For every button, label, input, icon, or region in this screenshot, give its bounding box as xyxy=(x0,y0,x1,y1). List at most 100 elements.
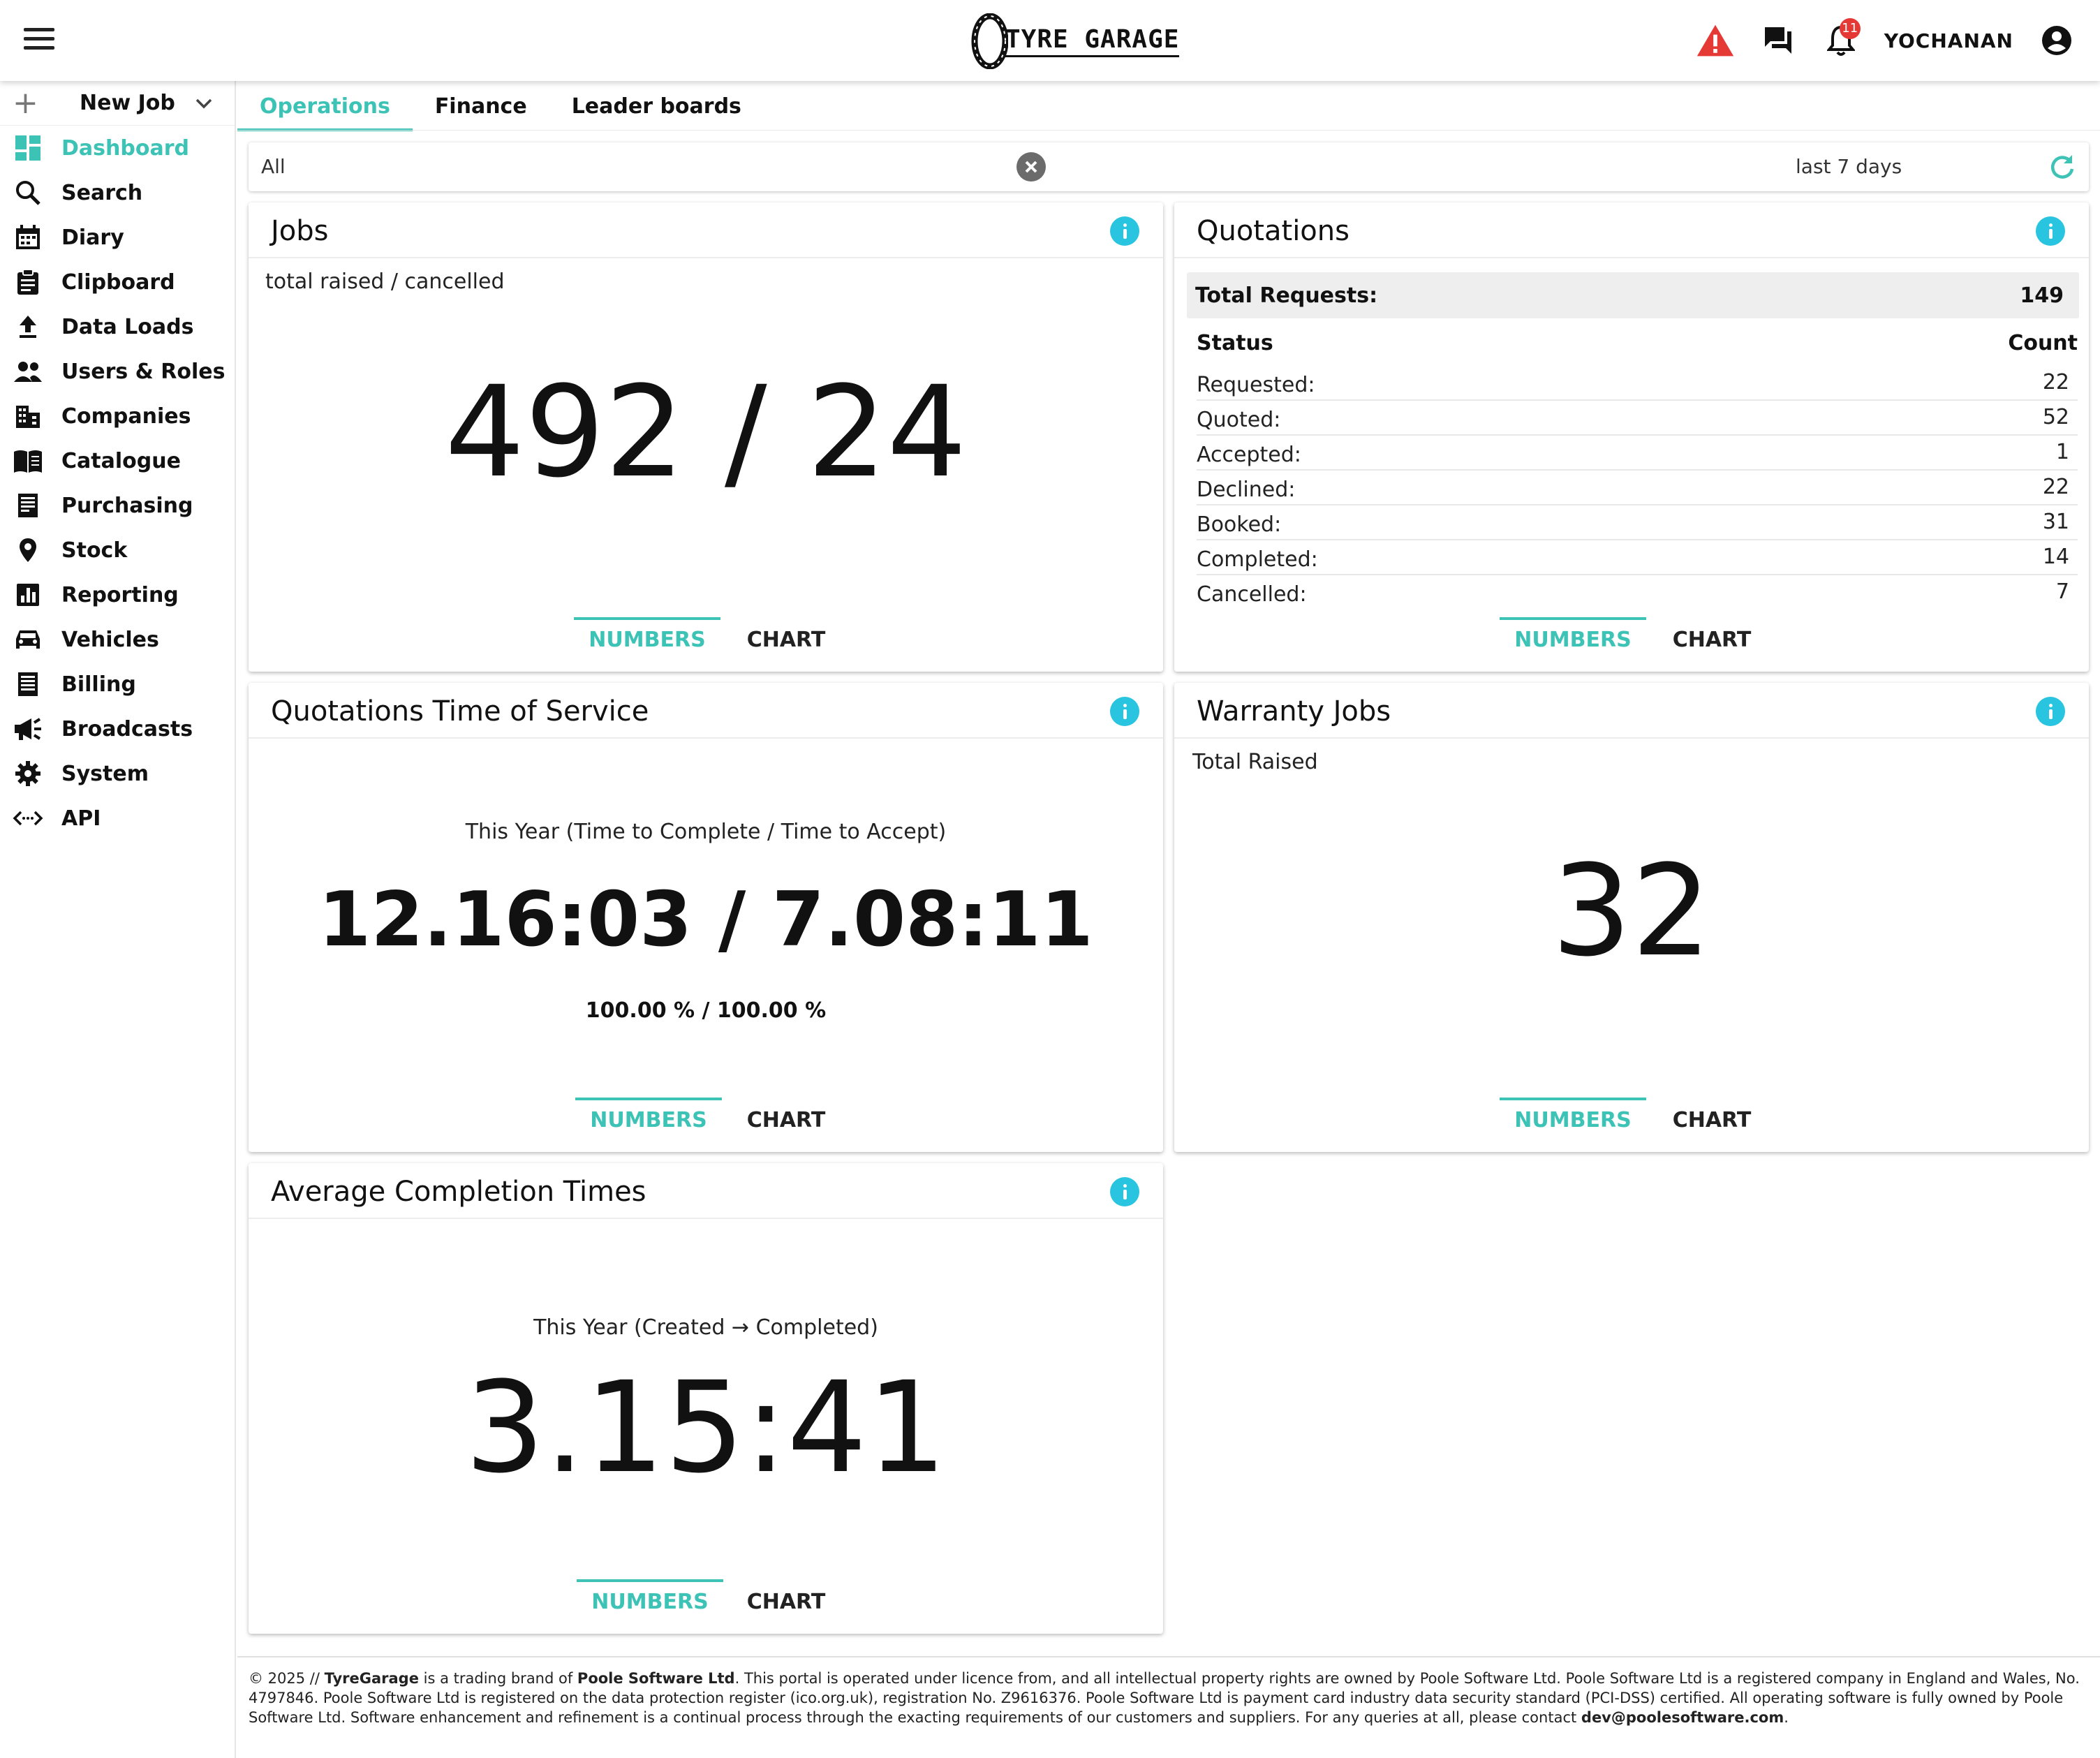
sidebar-item-label: Clipboard xyxy=(61,269,175,295)
info-icon[interactable] xyxy=(1110,697,1139,726)
tab-finance[interactable]: Finance xyxy=(413,81,549,131)
sidebar-item-label: Broadcasts xyxy=(61,716,193,741)
time-of-service-percent: 100.00 % / 100.00 % xyxy=(585,998,827,1023)
count-column-header: Count xyxy=(2008,331,2078,355)
status-label: Declined: xyxy=(1197,478,1296,502)
search-icon xyxy=(13,177,43,208)
sidebar-item-reporting[interactable]: Reporting xyxy=(0,573,235,617)
code-icon xyxy=(13,803,43,834)
period-select[interactable]: last 7 days xyxy=(1796,155,1902,178)
total-requests-value: 149 xyxy=(2020,283,2064,308)
sidebar-item-diary[interactable]: Diary xyxy=(0,215,235,260)
info-icon[interactable] xyxy=(2036,697,2065,726)
status-label: Completed: xyxy=(1197,547,1318,572)
footer-contact-email[interactable]: dev@poolesoftware.com xyxy=(1581,1709,1784,1726)
chart-toggle-button[interactable]: CHART xyxy=(730,619,842,662)
invoice-icon xyxy=(13,669,43,700)
numbers-toggle-button[interactable]: NUMBERS xyxy=(574,617,720,662)
chevron-down-icon[interactable] xyxy=(191,91,216,116)
sidebar-item-vehicles[interactable]: Vehicles xyxy=(0,617,235,662)
sidebar-item-label: System xyxy=(61,761,149,786)
table-header: Status Count xyxy=(1197,331,2078,362)
numbers-toggle-button[interactable]: NUMBERS xyxy=(1500,1098,1646,1142)
view-toggle: NUMBERS CHART xyxy=(249,1098,1163,1142)
menu-icon[interactable] xyxy=(24,28,54,53)
info-icon[interactable] xyxy=(1110,216,1139,246)
sidebar-item-billing[interactable]: Billing xyxy=(0,662,235,707)
sidebar-item-label: Catalogue xyxy=(61,448,181,473)
sidebar-item-users-roles[interactable]: Users & Roles xyxy=(0,349,235,394)
card-subtitle: This Year (Time to Complete / Time to Ac… xyxy=(465,820,947,844)
jobs-card: Jobs total raised / cancelled 492 / 24 N… xyxy=(249,202,1163,672)
chart-toggle-button[interactable]: CHART xyxy=(1656,1099,1768,1142)
table-row: Declined: 22 xyxy=(1197,471,2078,505)
chart-toggle-button[interactable]: CHART xyxy=(1656,619,1768,662)
view-toggle: NUMBERS CHART xyxy=(1174,617,2089,662)
sidebar-item-companies[interactable]: Companies xyxy=(0,394,235,438)
messages-icon[interactable] xyxy=(1759,21,1798,60)
sidebar-item-dashboard[interactable]: Dashboard xyxy=(0,126,235,170)
sidebar-item-label: Dashboard xyxy=(61,135,189,161)
chart-toggle-button[interactable]: CHART xyxy=(730,1099,842,1142)
footer-copyright: © 2025 // xyxy=(249,1670,325,1687)
dashboard-icon xyxy=(13,133,43,163)
table-row: Requested: 22 xyxy=(1197,366,2078,401)
sidebar-item-broadcasts[interactable]: Broadcasts xyxy=(0,707,235,751)
sidebar-item-catalogue[interactable]: Catalogue xyxy=(0,438,235,483)
average-completion-times-card: Average Completion Times This Year (Crea… xyxy=(249,1163,1163,1634)
sidebar-item-label: Purchasing xyxy=(61,493,193,518)
tyre-garage-logo[interactable]: TYRE GARAGE xyxy=(969,10,1180,73)
receipt-icon xyxy=(13,490,43,521)
info-icon[interactable] xyxy=(1110,1177,1139,1206)
view-toggle: NUMBERS CHART xyxy=(1174,1098,2089,1142)
account-circle-icon[interactable] xyxy=(2037,21,2076,60)
table-row: Completed: 14 xyxy=(1197,540,2078,575)
sidebar-item-data-loads[interactable]: Data Loads xyxy=(0,304,235,349)
sidebar-item-label: Search xyxy=(61,180,143,205)
sidebar-item-stock[interactable]: Stock xyxy=(0,528,235,573)
tab-leader-boards[interactable]: Leader boards xyxy=(549,81,764,131)
sidebar-item-label: Diary xyxy=(61,225,124,250)
tab-operations[interactable]: Operations xyxy=(237,81,413,131)
username-label[interactable]: YOCHANAN xyxy=(1884,29,2013,52)
sidebar-item-label: Vehicles xyxy=(61,627,159,652)
jobs-total-value: 492 / 24 xyxy=(445,360,967,505)
footer-text: . xyxy=(1784,1709,1789,1726)
sidebar-item-purchasing[interactable]: Purchasing xyxy=(0,483,235,528)
sidebar-item-label: Stock xyxy=(61,538,128,563)
book-icon xyxy=(13,445,43,476)
company-filter-select[interactable]: All xyxy=(261,155,286,178)
card-title: Jobs xyxy=(271,215,329,247)
sidebar-item-search[interactable]: Search xyxy=(0,170,235,215)
numbers-toggle-button[interactable]: NUMBERS xyxy=(577,1579,723,1624)
card-title: Quotations Time of Service xyxy=(271,695,649,727)
status-label: Quoted: xyxy=(1197,408,1281,432)
quotation-status-table: Requested: 22 Quoted: 52 Accepted: 1 Dec… xyxy=(1197,366,2078,610)
table-row: Cancelled: 7 xyxy=(1197,575,2078,610)
new-job-button[interactable]: + New Job xyxy=(0,81,235,126)
view-toggle: NUMBERS CHART xyxy=(249,617,1163,662)
time-of-service-value: 12.16:03 / 7.08:11 xyxy=(318,876,1093,963)
sidebar-item-label: Data Loads xyxy=(61,314,194,339)
status-count: 31 xyxy=(2042,510,2069,534)
info-icon[interactable] xyxy=(2036,216,2065,246)
numbers-toggle-button[interactable]: NUMBERS xyxy=(575,1098,722,1142)
numbers-toggle-button[interactable]: NUMBERS xyxy=(1500,617,1646,662)
sidebar-item-system[interactable]: System xyxy=(0,751,235,796)
view-toggle: NUMBERS CHART xyxy=(249,1579,1163,1624)
clear-filter-icon[interactable] xyxy=(1016,152,1046,182)
sidebar-item-api[interactable]: API xyxy=(0,796,235,841)
status-column-header: Status xyxy=(1197,331,1273,355)
location-pin-icon xyxy=(13,535,43,566)
notifications-bell-icon[interactable]: 11 xyxy=(1821,18,1861,60)
refresh-icon[interactable] xyxy=(2047,152,2078,183)
people-icon xyxy=(13,356,43,387)
chart-toggle-button[interactable]: CHART xyxy=(730,1581,842,1624)
card-subtitle: total raised / cancelled xyxy=(265,269,505,294)
sidebar-item-clipboard[interactable]: Clipboard xyxy=(0,260,235,304)
status-count: 7 xyxy=(2055,579,2069,604)
new-job-label: New Job xyxy=(80,91,175,115)
warning-icon[interactable] xyxy=(1696,21,1735,60)
table-row: Booked: 31 xyxy=(1197,505,2078,540)
plus-icon: + xyxy=(13,84,38,121)
